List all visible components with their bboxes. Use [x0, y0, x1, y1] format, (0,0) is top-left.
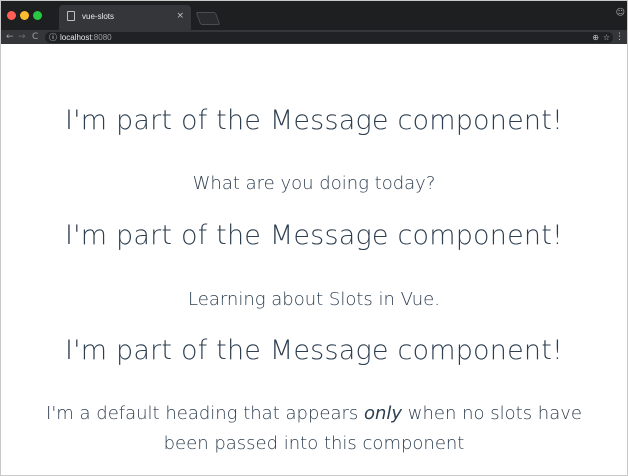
reload-icon[interactable]: C	[32, 31, 38, 43]
url-host: localhost	[60, 33, 92, 42]
new-tab-button[interactable]	[195, 12, 221, 25]
message-heading-2: I'm part of the Message component!	[64, 220, 564, 251]
url-text: localhost:8080	[60, 33, 112, 42]
maximize-window-button[interactable]	[33, 11, 42, 20]
message-body-1: What are you doing today?	[192, 173, 436, 194]
default-message: I'm a default heading that appears only …	[21, 399, 607, 459]
menu-icon[interactable]: ⋮	[615, 31, 624, 43]
address-bar[interactable]: ⓘ localhost:8080 ⊕ ☆	[45, 32, 613, 43]
minimize-window-button[interactable]	[20, 11, 29, 20]
tab-strip: vue-slots × ☺	[1, 1, 627, 30]
message-body-2: Learning about Slots in Vue.	[188, 289, 440, 310]
browser-toolbar: ← → C ⓘ localhost:8080 ⊕ ☆ ⋮	[1, 30, 627, 44]
star-icon[interactable]: ☆	[603, 32, 610, 43]
page-icon	[67, 11, 75, 21]
profile-icon[interactable]: ☺	[616, 8, 625, 18]
tab-title: vue-slots	[82, 12, 115, 21]
close-icon[interactable]: ×	[176, 10, 184, 22]
back-arrow-icon[interactable]: ←	[6, 31, 14, 43]
close-window-button[interactable]	[7, 11, 16, 20]
default-message-start: I'm a default heading that appears	[46, 403, 364, 424]
message-heading-3: I'm part of the Message component!	[64, 335, 564, 366]
zoom-icon[interactable]: ⊕	[592, 32, 599, 43]
browser-window: vue-slots × ☺ ← → C ⓘ localhost:8080 ⊕ ☆…	[0, 0, 628, 476]
info-icon[interactable]: ⓘ	[49, 33, 57, 42]
page-content: I'm part of the Message component! What …	[1, 44, 627, 475]
default-message-emphasis: only	[363, 403, 403, 424]
url-port: :8080	[91, 33, 112, 42]
forward-arrow-icon[interactable]: →	[18, 31, 26, 43]
tab-vue-slots[interactable]: vue-slots ×	[59, 5, 191, 30]
message-heading-1: I'm part of the Message component!	[64, 105, 564, 136]
